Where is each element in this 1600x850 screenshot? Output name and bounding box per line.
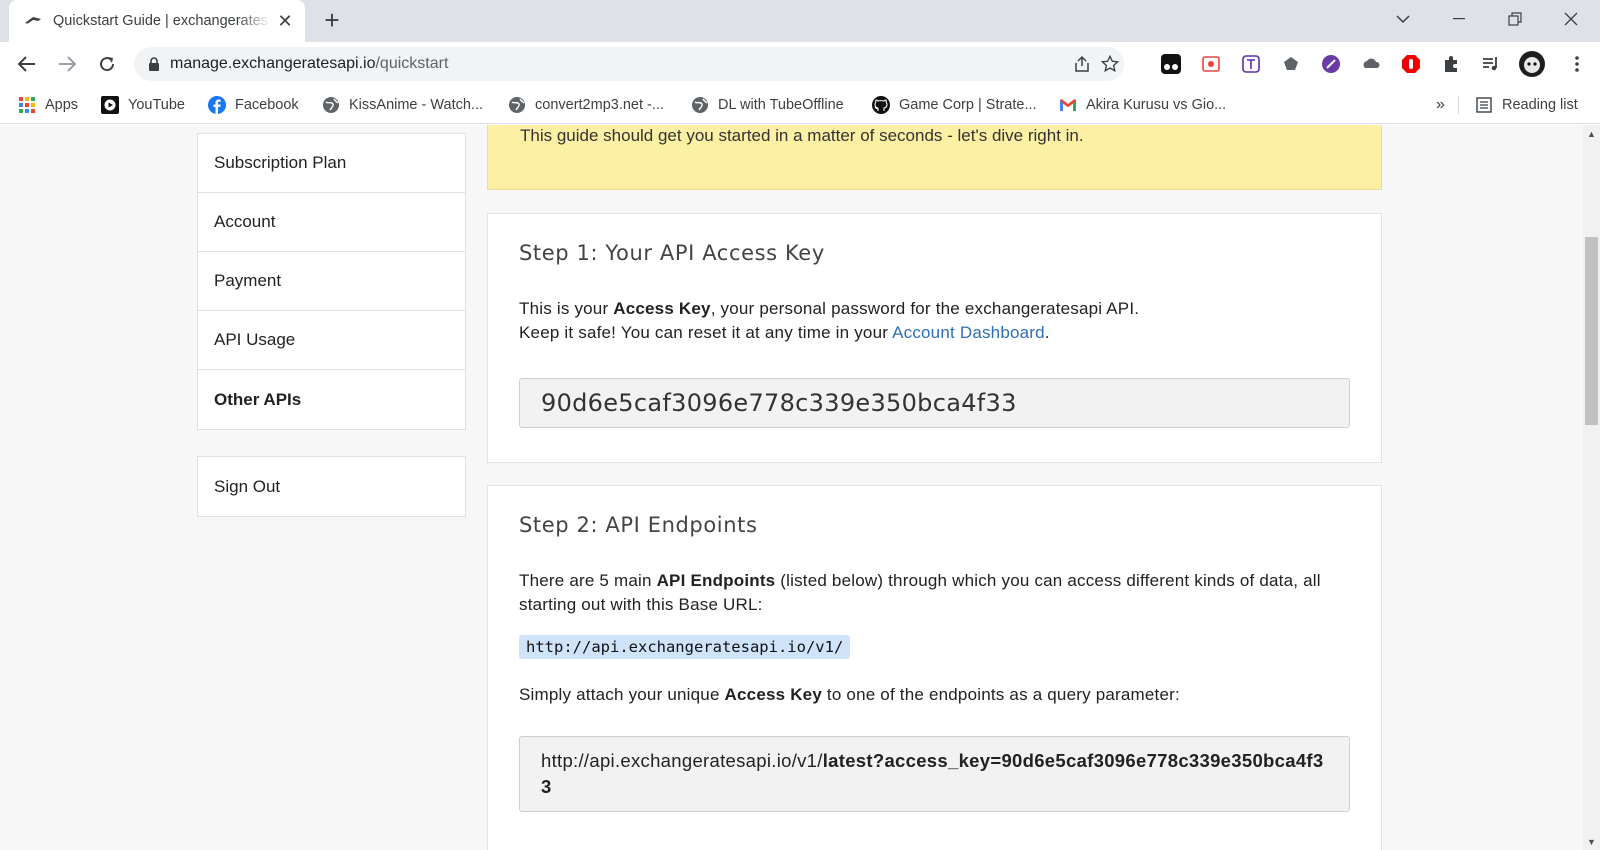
bookmark-convert2mp3[interactable]: convert2mp3.net -... [508, 94, 664, 116]
bookmarks-overflow-button[interactable]: » [1436, 94, 1445, 116]
scrollbar-thumb[interactable] [1585, 237, 1598, 425]
step1-text: This is your [519, 299, 614, 318]
sidebar-item-subscription-plan[interactable]: Subscription Plan [198, 134, 465, 193]
step2-instruction: Simply attach your unique Access Key to … [519, 683, 1350, 707]
adblock-extension-icon[interactable] [1400, 53, 1422, 75]
close-window-icon[interactable] [1548, 0, 1594, 38]
screenshot-extension-icon[interactable] [1200, 53, 1222, 75]
step2-card: Step 2: API Endpoints There are 5 main A… [487, 485, 1382, 850]
sign-out-button[interactable]: Sign Out [198, 457, 465, 516]
bookmark-label: Akira Kurusu vs Gio... [1086, 97, 1227, 113]
globe-icon [508, 96, 526, 114]
address-bar[interactable]: manage.exchangeratesapi.io/quickstart [134, 47, 1124, 81]
puzzle-piece-extension-icon[interactable] [1280, 53, 1302, 75]
new-tab-button[interactable]: + [318, 7, 346, 35]
cloud-extension-icon[interactable] [1360, 53, 1382, 75]
bookmark-youtube[interactable]: YouTube [101, 94, 185, 116]
bookmark-game-corp[interactable]: Game Corp | Strate... [872, 94, 1037, 116]
gmail-icon [1059, 96, 1077, 114]
back-arrow-icon[interactable] [13, 50, 41, 78]
apps-grid-icon [18, 96, 36, 114]
step2-text: There are 5 main [519, 571, 657, 590]
url-path: /quickstart [375, 55, 449, 72]
sidebar-item-api-usage[interactable]: API Usage [198, 311, 465, 370]
bookmark-tubeoffline[interactable]: DL with TubeOffline [691, 94, 844, 116]
base-url-code: http://api.exchangeratesapi.io/v1/ [519, 635, 851, 659]
tab-close-icon[interactable]: ✕ [275, 11, 295, 32]
active-tab[interactable]: Quickstart Guide | exchangerates ✕ [9, 0, 305, 42]
account-dashboard-link[interactable]: Account Dashboard [892, 323, 1045, 342]
reading-list-icon [1475, 96, 1493, 114]
step1-description: This is your Access Key, your personal p… [519, 297, 1350, 345]
bookmarks-divider [1458, 96, 1459, 114]
sidebar-item-payment[interactable]: Payment [198, 252, 465, 311]
reading-list-label: Reading list [1502, 97, 1578, 113]
tab-title: Quickstart Guide | exchangerates [53, 13, 268, 29]
restore-icon[interactable] [1492, 0, 1538, 38]
intro-banner: This guide should get you started in a m… [487, 125, 1382, 190]
scroll-up-arrow-icon[interactable]: ▲ [1583, 125, 1600, 142]
globe-icon [691, 96, 709, 114]
bookmark-kissanime[interactable]: KissAnime - Watch... [322, 94, 483, 116]
tab-strip: Quickstart Guide | exchangerates ✕ + [0, 0, 1600, 42]
sidebar-signout-group: Sign Out [197, 456, 466, 517]
step2-title: Step 2: API Endpoints [519, 513, 758, 537]
step2-text: to one of the endpoints as a query param… [822, 685, 1180, 704]
bookmark-label: Game Corp | Strate... [899, 97, 1037, 113]
sidebar-nav: Subscription Plan Account Payment API Us… [197, 133, 466, 430]
forward-arrow-icon[interactable] [53, 50, 81, 78]
step1-text: , your personal password for the exchang… [710, 299, 1140, 318]
exchangerates-favicon-icon [23, 11, 43, 31]
step1-text: . [1044, 323, 1050, 342]
share-icon[interactable] [1072, 54, 1092, 74]
browser-toolbar: manage.exchangeratesapi.io/quickstart [0, 42, 1600, 86]
extensions-puzzle-icon[interactable] [1440, 53, 1462, 75]
step2-description: There are 5 main API Endpoints (listed b… [519, 569, 1350, 617]
example-request-url[interactable]: http://api.exchangeratesapi.io/v1/latest… [519, 736, 1350, 812]
bookmark-apps[interactable]: Apps [18, 94, 78, 116]
bookmark-label: Apps [45, 97, 79, 113]
page-scrollbar[interactable]: ▲ ▼ [1583, 125, 1600, 850]
bookmark-label: DL with TubeOffline [718, 97, 844, 113]
bookmark-gmail[interactable]: Akira Kurusu vs Gio... [1059, 94, 1226, 116]
bookmark-star-icon[interactable] [1100, 54, 1120, 74]
example-url-base: http://api.exchangeratesapi.io/v1/ [541, 750, 823, 771]
step1-text-bold: Access Key [613, 299, 711, 318]
minimize-icon[interactable] [1436, 0, 1482, 38]
lock-icon[interactable] [148, 57, 160, 71]
bookmark-facebook[interactable]: Facebook [208, 94, 299, 116]
bookmark-label: Facebook [235, 97, 299, 113]
step2-text-bold: Access Key [724, 685, 822, 704]
github-icon [872, 96, 890, 114]
bookmark-label: KissAnime - Watch... [349, 97, 484, 113]
step1-card: Step 1: Your API Access Key This is your… [487, 213, 1382, 463]
sidebar-item-account[interactable]: Account [198, 193, 465, 252]
globe-icon [322, 96, 340, 114]
step1-text: Keep it safe! You can reset it at any ti… [519, 323, 893, 342]
profile-avatar[interactable] [1518, 50, 1546, 78]
scroll-down-arrow-icon[interactable]: ▼ [1583, 833, 1600, 850]
bookmarks-bar: Apps YouTube Facebook KissAnime - Watch.… [0, 86, 1600, 124]
youtube-icon [101, 96, 119, 114]
url-host: manage.exchangeratesapi.io [170, 55, 376, 72]
tampermonkey-extension-icon[interactable] [1160, 53, 1182, 75]
base-url-row: http://api.exchangeratesapi.io/v1/ [519, 635, 1350, 659]
reading-list-button[interactable]: Reading list [1475, 94, 1578, 116]
tab-search-icon[interactable] [1380, 0, 1426, 38]
step1-title: Step 1: Your API Access Key [519, 241, 825, 265]
sidebar-item-other-apis[interactable]: Other APIs [198, 370, 465, 429]
reload-icon[interactable] [93, 50, 121, 78]
translator-extension-icon[interactable] [1240, 53, 1262, 75]
bookmark-label: convert2mp3.net -... [535, 97, 664, 113]
step2-text: Simply attach your unique [519, 685, 725, 704]
access-key-field[interactable]: 90d6e5caf3096e778c339e350bca4f33 [519, 378, 1350, 428]
bookmark-label: YouTube [128, 97, 185, 113]
intro-text: This guide should get you started in a m… [520, 126, 1084, 145]
media-control-icon[interactable] [1480, 53, 1502, 75]
browser-menu-icon[interactable] [1566, 53, 1588, 75]
facebook-icon [208, 96, 226, 114]
step2-text-bold: API Endpoints [656, 571, 776, 590]
page-viewport: Subscription Plan Account Payment API Us… [0, 125, 1583, 850]
rocket-extension-icon[interactable] [1320, 53, 1342, 75]
